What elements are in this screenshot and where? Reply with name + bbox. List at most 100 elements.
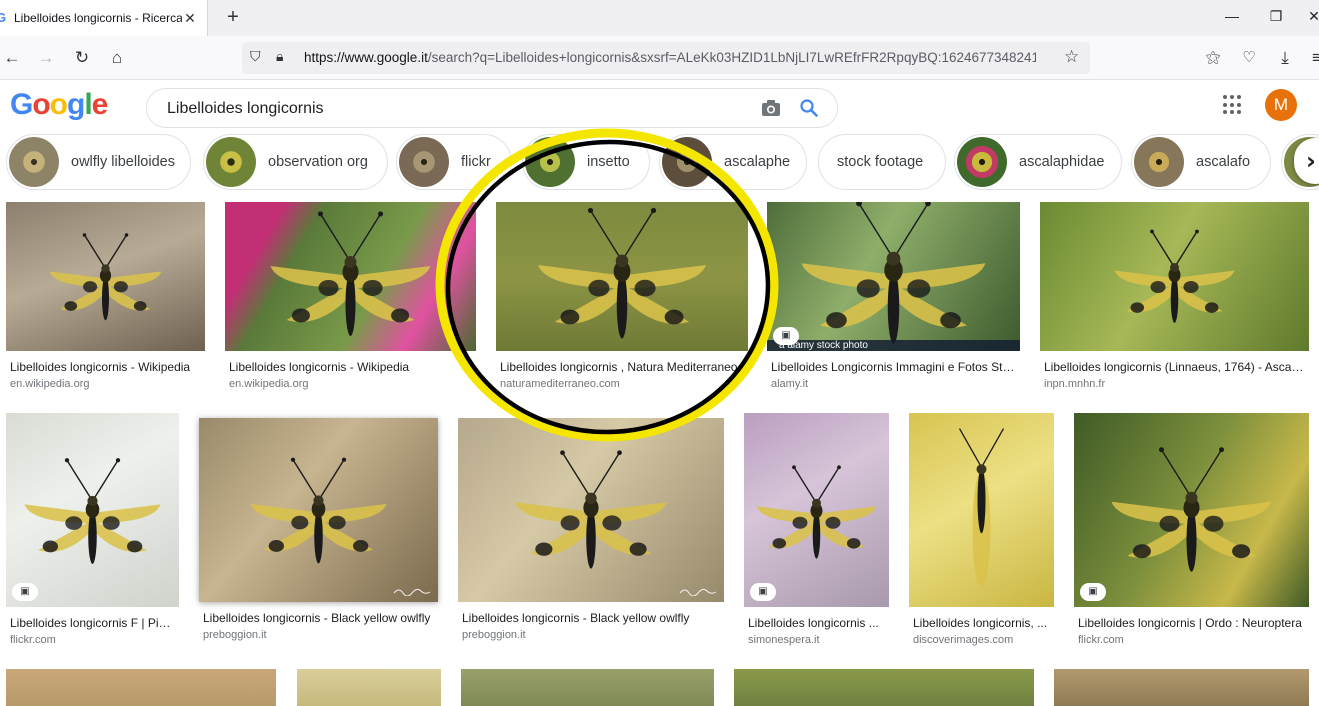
image-badge-icon: ▣	[750, 583, 776, 601]
image-result-alamy[interactable]: a alamy stock photo ▣ Libelloides Longicor…	[767, 202, 1020, 403]
chip-thumbnail	[399, 137, 449, 187]
result-thumbnail[interactable]	[909, 413, 1054, 607]
result-caption[interactable]: Libelloides longicornis - Wikipedia	[10, 360, 201, 374]
result-source[interactable]: inpn.mnhn.fr	[1044, 378, 1105, 390]
downloads-icon[interactable]: ⤓	[1273, 46, 1297, 70]
result-source[interactable]: alamy.it	[771, 378, 808, 390]
owlfly-photo	[515, 450, 667, 569]
google-apps-icon[interactable]	[1223, 95, 1243, 115]
chip-ascalaphe[interactable]: ascalaphe	[659, 134, 807, 190]
result-caption[interactable]: Libelloides longicornis , Natura Mediter…	[500, 360, 744, 374]
image-result-wikipedia-2[interactable]: Libelloides longicornis - Wikipedia en.wi…	[225, 202, 476, 403]
forward-arrow-icon[interactable]: →	[34, 46, 58, 70]
window-close-icon[interactable]: ✕	[1304, 6, 1319, 26]
chip-insetto[interactable]: insetto	[522, 134, 650, 190]
result-caption[interactable]: Libelloides longicornis F | Pinterest	[10, 616, 175, 630]
result-caption[interactable]: Libelloides longicornis (Linnaeus, 1764)…	[1044, 360, 1305, 374]
close-tab-icon[interactable]: ✕	[182, 10, 198, 27]
image-result-flickr-1[interactable]: ▣ Libelloides longicornis F | Pinterest fl…	[6, 413, 179, 659]
address-bar[interactable]: ⛉ 🔒︎ https://www.google.it/search?q=Libe…	[242, 42, 1090, 74]
result-thumbnail[interactable]	[225, 202, 476, 351]
menu-icon[interactable]: ≡	[1305, 46, 1319, 70]
result-source[interactable]: flickr.com	[1078, 634, 1124, 646]
result-caption[interactable]: Libelloides longicornis | Ordo : Neuropt…	[1078, 616, 1305, 630]
image-result-row3-1[interactable]	[6, 669, 276, 706]
chip-observation-org[interactable]: observation org	[203, 134, 388, 190]
image-result-wikipedia-1[interactable]: Libelloides longicornis - Wikipedia en.wi…	[6, 202, 205, 403]
reload-icon[interactable]: ↻	[70, 46, 94, 70]
result-thumbnail[interactable]	[1040, 202, 1309, 351]
result-thumbnail[interactable]	[458, 418, 724, 602]
result-source[interactable]: en.wikipedia.org	[229, 378, 309, 390]
bookmark-star-icon[interactable]: ☆	[1064, 47, 1079, 67]
image-result-inpn[interactable]: Libelloides longicornis (Linnaeus, 1764)…	[1040, 202, 1309, 403]
image-result-row3-2[interactable]	[297, 669, 441, 706]
chip-label: ascalafo	[1196, 154, 1251, 170]
result-source[interactable]: preboggion.it	[203, 629, 267, 641]
chip-label: insetto	[587, 154, 630, 170]
chip-label: stock footage	[837, 154, 924, 170]
google-logo[interactable]: Google	[10, 88, 108, 122]
result-thumbnail[interactable]: a alamy stock photo ▣	[767, 202, 1020, 351]
chip-owlfly-libelloides[interactable]: owlfly libelloides	[6, 134, 191, 190]
image-result-simonespera[interactable]: ▣ Libelloides longicornis ... simonespera.…	[744, 413, 889, 659]
image-result-row3-3[interactable]	[461, 669, 714, 706]
chip-thumbnail	[1134, 137, 1184, 187]
google-favicon-icon: G	[0, 10, 7, 25]
result-thumbnail[interactable]	[496, 202, 748, 351]
back-arrow-icon[interactable]: ←	[0, 46, 24, 70]
result-source[interactable]: en.wikipedia.org	[10, 378, 90, 390]
image-badge-icon: ▣	[773, 327, 799, 345]
save-to-pocket-icon[interactable]: ♡	[1237, 46, 1261, 70]
image-result-row3-5[interactable]	[1054, 669, 1309, 706]
tracking-shield-icon[interactable]: ⛉	[250, 48, 261, 65]
result-source[interactable]: naturamediterraneo.com	[500, 378, 620, 390]
lock-icon[interactable]: 🔒︎	[276, 48, 283, 65]
pocket-icon[interactable]: ⚝	[1201, 46, 1225, 70]
tab-title: Libelloides longicornis - Ricerca	[14, 11, 182, 25]
search-box[interactable]	[146, 88, 838, 128]
result-source[interactable]: flickr.com	[10, 634, 56, 646]
result-source[interactable]: preboggion.it	[462, 629, 526, 641]
camera-search-icon[interactable]	[761, 99, 781, 117]
logo-letter: o	[49, 88, 68, 121]
result-source[interactable]: simonespera.it	[748, 634, 820, 646]
image-result-preboggion-1[interactable]: Libelloides longicornis - Black yellow o…	[199, 418, 438, 654]
account-avatar[interactable]: M	[1265, 89, 1297, 121]
search-input[interactable]	[167, 99, 747, 119]
browser-tab-active[interactable]: G Libelloides longicornis - Ricerca ✕	[0, 0, 208, 36]
related-search-chips: owlfly libelloides observation org flick…	[0, 133, 1319, 193]
chip-ascalaphidae[interactable]: ascalaphidae	[954, 134, 1122, 190]
result-source[interactable]: discoverimages.com	[913, 634, 1013, 646]
restore-icon[interactable]: ❐	[1266, 6, 1286, 26]
image-result-row3-4[interactable]	[734, 669, 1034, 706]
chip-stock-footage[interactable]: stock footage	[818, 134, 946, 190]
result-thumbnail[interactable]	[6, 202, 205, 351]
url-text[interactable]: https://www.google.it/search?q=Libelloid…	[304, 50, 1036, 65]
result-thumbnail[interactable]: ▣	[6, 413, 179, 607]
image-result-preboggion-2[interactable]: Libelloides longicornis - Black yellow o…	[458, 418, 724, 654]
result-caption[interactable]: Libelloides Longicornis Immagini e Fotos…	[771, 360, 1016, 374]
chip-label: flickr	[461, 154, 491, 170]
chip-flickr[interactable]: flickr	[396, 134, 512, 190]
image-result-naturamediterraneo[interactable]: Libelloides longicornis , Natura Mediter…	[496, 202, 748, 403]
owlfly-photo	[801, 202, 986, 344]
chip-ascalafo[interactable]: ascalafo	[1131, 134, 1271, 190]
result-thumbnail[interactable]: ▣	[744, 413, 889, 607]
result-thumbnail[interactable]	[199, 418, 438, 602]
signature-scribble	[393, 588, 431, 597]
result-caption[interactable]: Libelloides longicornis ...	[748, 616, 885, 630]
image-result-flickr-2[interactable]: ▣ Libelloides longicornis | Ordo : Neurop…	[1074, 413, 1309, 659]
image-result-discoverimages[interactable]: Libelloides longicornis, ... discoverimag…	[909, 413, 1054, 659]
navigation-toolbar: ← → ↻ ⌂ ⛉ 🔒︎ https://www.google.it/searc…	[0, 36, 1319, 80]
result-caption[interactable]: Libelloides longicornis - Black yellow o…	[203, 611, 434, 625]
result-thumbnail[interactable]: ▣	[1074, 413, 1309, 607]
logo-letter: o	[32, 88, 50, 121]
result-caption[interactable]: Libelloides longicornis - Wikipedia	[229, 360, 472, 374]
result-caption[interactable]: Libelloides longicornis - Black yellow o…	[462, 611, 720, 625]
home-icon[interactable]: ⌂	[105, 46, 129, 70]
new-tab-button[interactable]: +	[222, 6, 244, 29]
search-icon[interactable]	[799, 98, 819, 118]
minimize-icon[interactable]: —	[1222, 6, 1242, 26]
result-caption[interactable]: Libelloides longicornis, ...	[913, 616, 1050, 630]
